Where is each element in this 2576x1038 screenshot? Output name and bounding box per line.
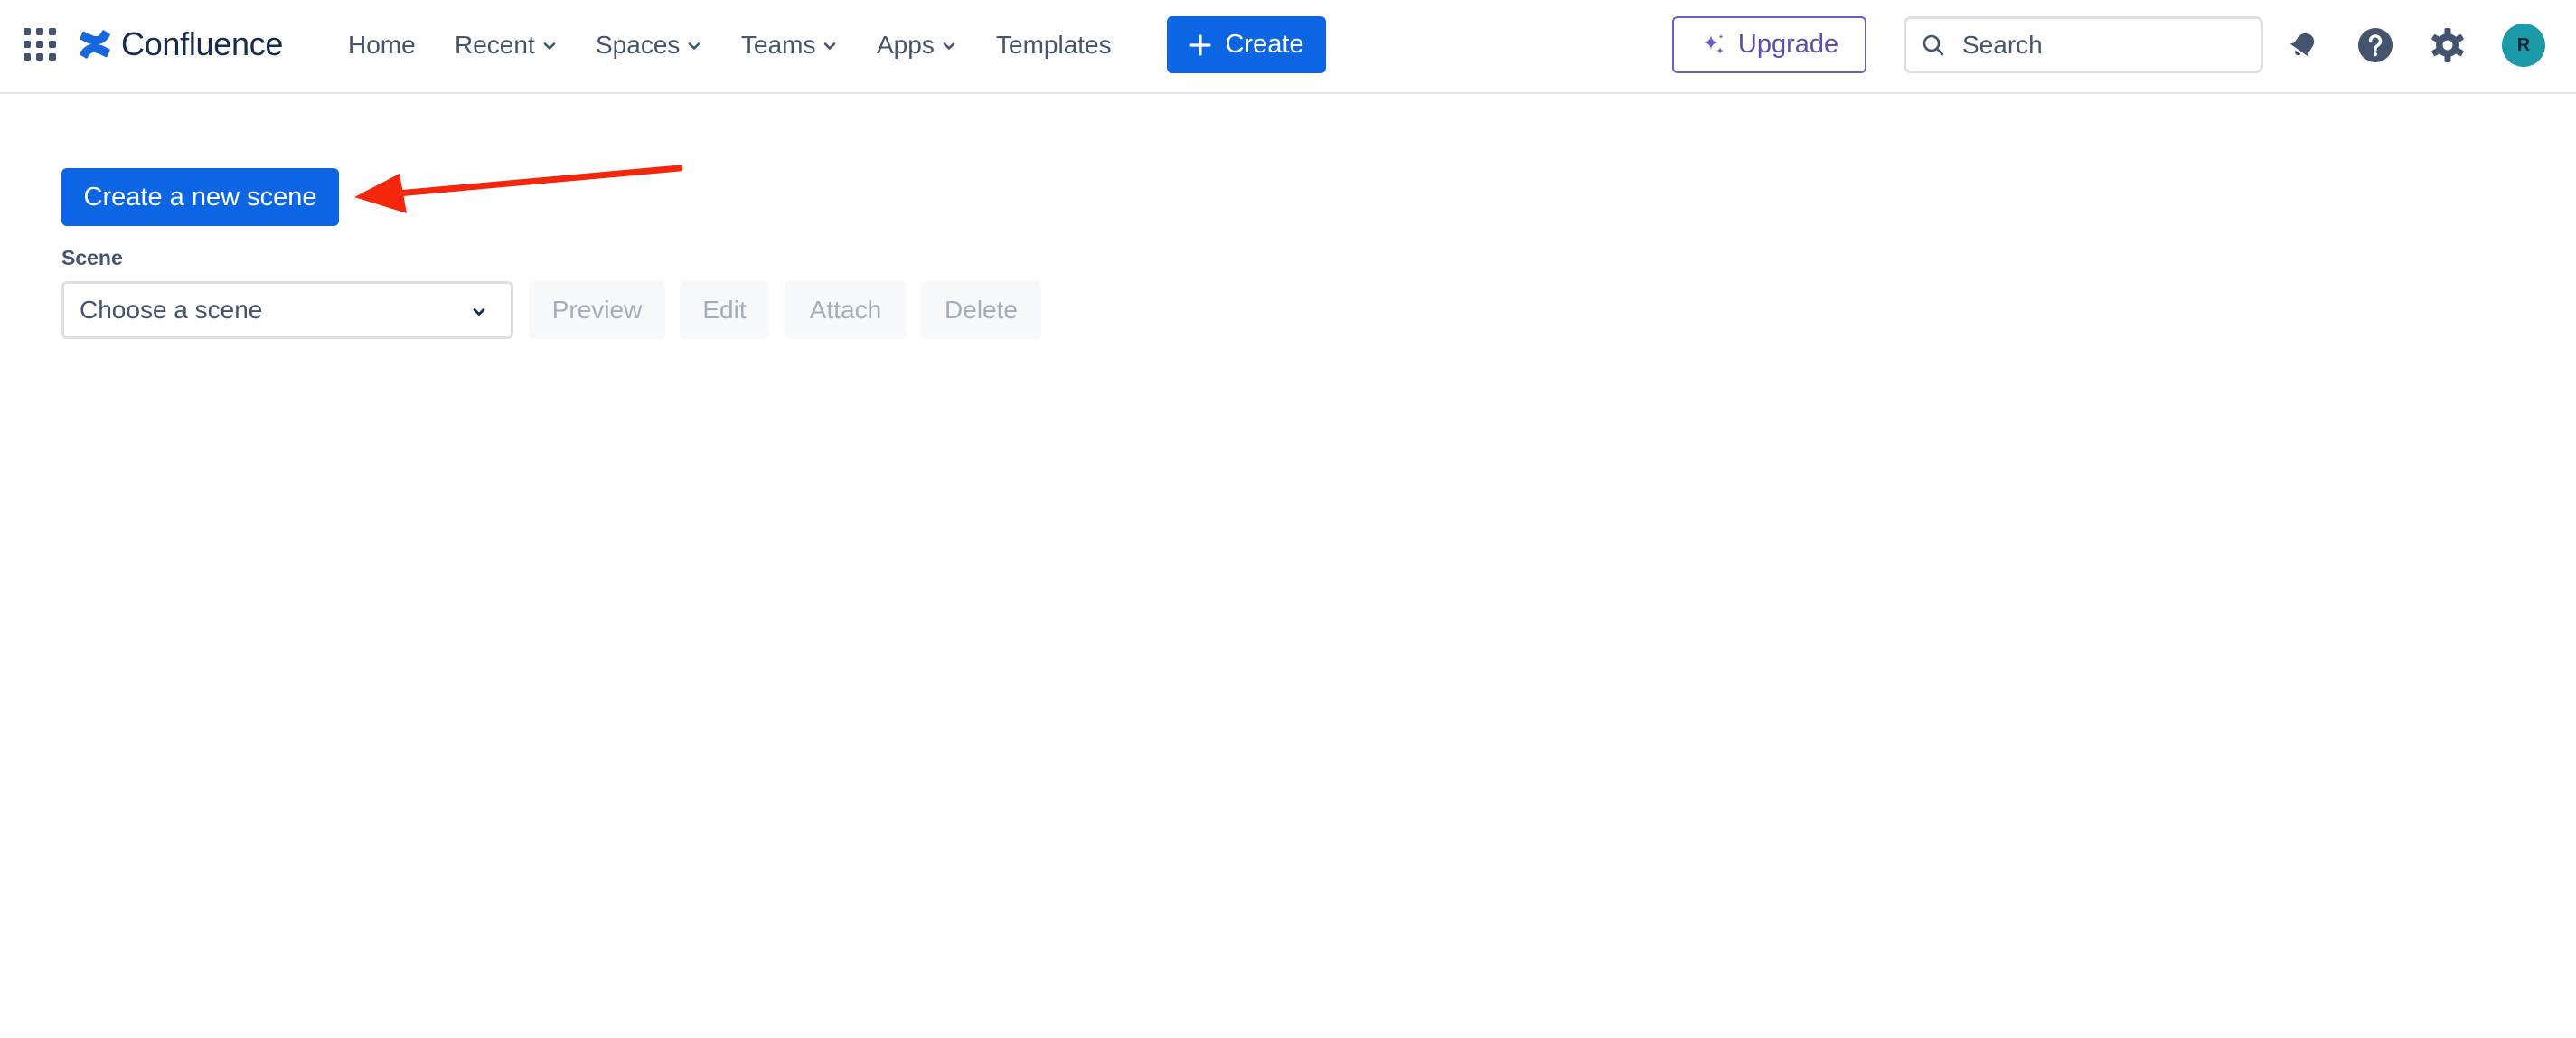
nav-spaces[interactable]: Spaces [596, 27, 703, 63]
edit-button[interactable]: Edit [680, 281, 769, 339]
search-icon [1923, 34, 1944, 55]
upgrade-button-label: Upgrade [1737, 30, 1839, 59]
attach-button[interactable]: Attach [785, 281, 907, 339]
nav-templates-label: Templates [996, 31, 1112, 59]
sparkle-icon [1703, 33, 1724, 54]
nav-recent-label: Recent [455, 31, 535, 59]
create-button-label: Create [1225, 30, 1304, 59]
nav-recent[interactable]: Recent [455, 27, 559, 63]
annotation-arrow-icon [354, 165, 683, 213]
scene-select-value: Choose a scene [80, 296, 263, 324]
search-input[interactable] [1962, 30, 2252, 60]
settings-icon[interactable] [2429, 26, 2467, 64]
chevron-down-icon [689, 42, 700, 50]
confluence-logo-icon [80, 30, 110, 59]
nav-teams-label: Teams [741, 31, 816, 59]
preview-button-label: Preview [551, 296, 643, 324]
chevron-down-icon [543, 42, 556, 50]
nav-apps[interactable]: Apps [877, 27, 958, 63]
help-icon[interactable] [2356, 26, 2394, 64]
delete-button[interactable]: Delete [921, 281, 1041, 339]
nav-home-label: Home [348, 31, 416, 59]
scene-select[interactable]: Choose a scene [61, 281, 513, 339]
create-new-scene-label: Create a new scene [83, 182, 317, 212]
preview-button[interactable]: Preview [529, 281, 665, 339]
upgrade-button[interactable]: Upgrade [1672, 16, 1866, 73]
notifications-icon[interactable] [2284, 26, 2322, 64]
chevron-down-icon [473, 308, 485, 316]
plus-icon [1189, 33, 1212, 56]
top-navigation: Confluence Home Recent Spaces Teams Apps… [0, 0, 2576, 94]
search-box[interactable] [1904, 16, 2263, 73]
create-button[interactable]: Create [1167, 16, 1326, 73]
chevron-down-icon [943, 42, 955, 50]
scene-field-label: Scene [61, 246, 123, 269]
avatar-initial: R [2516, 34, 2531, 55]
confluence-logo[interactable]: Confluence [78, 25, 283, 63]
app-switcher-icon[interactable] [24, 28, 56, 61]
nav-home[interactable]: Home [348, 27, 416, 63]
create-new-scene-button[interactable]: Create a new scene [61, 168, 339, 226]
attach-button-label: Attach [809, 296, 882, 324]
nav-teams[interactable]: Teams [741, 27, 839, 63]
chevron-down-icon [824, 42, 836, 50]
nav-apps-label: Apps [877, 31, 935, 59]
brand-name: Confluence [121, 25, 284, 62]
nav-templates[interactable]: Templates [996, 27, 1112, 63]
nav-spaces-label: Spaces [596, 31, 681, 59]
avatar[interactable]: R [2502, 24, 2545, 67]
delete-button-label: Delete [945, 296, 1018, 324]
edit-button-label: Edit [702, 296, 747, 324]
